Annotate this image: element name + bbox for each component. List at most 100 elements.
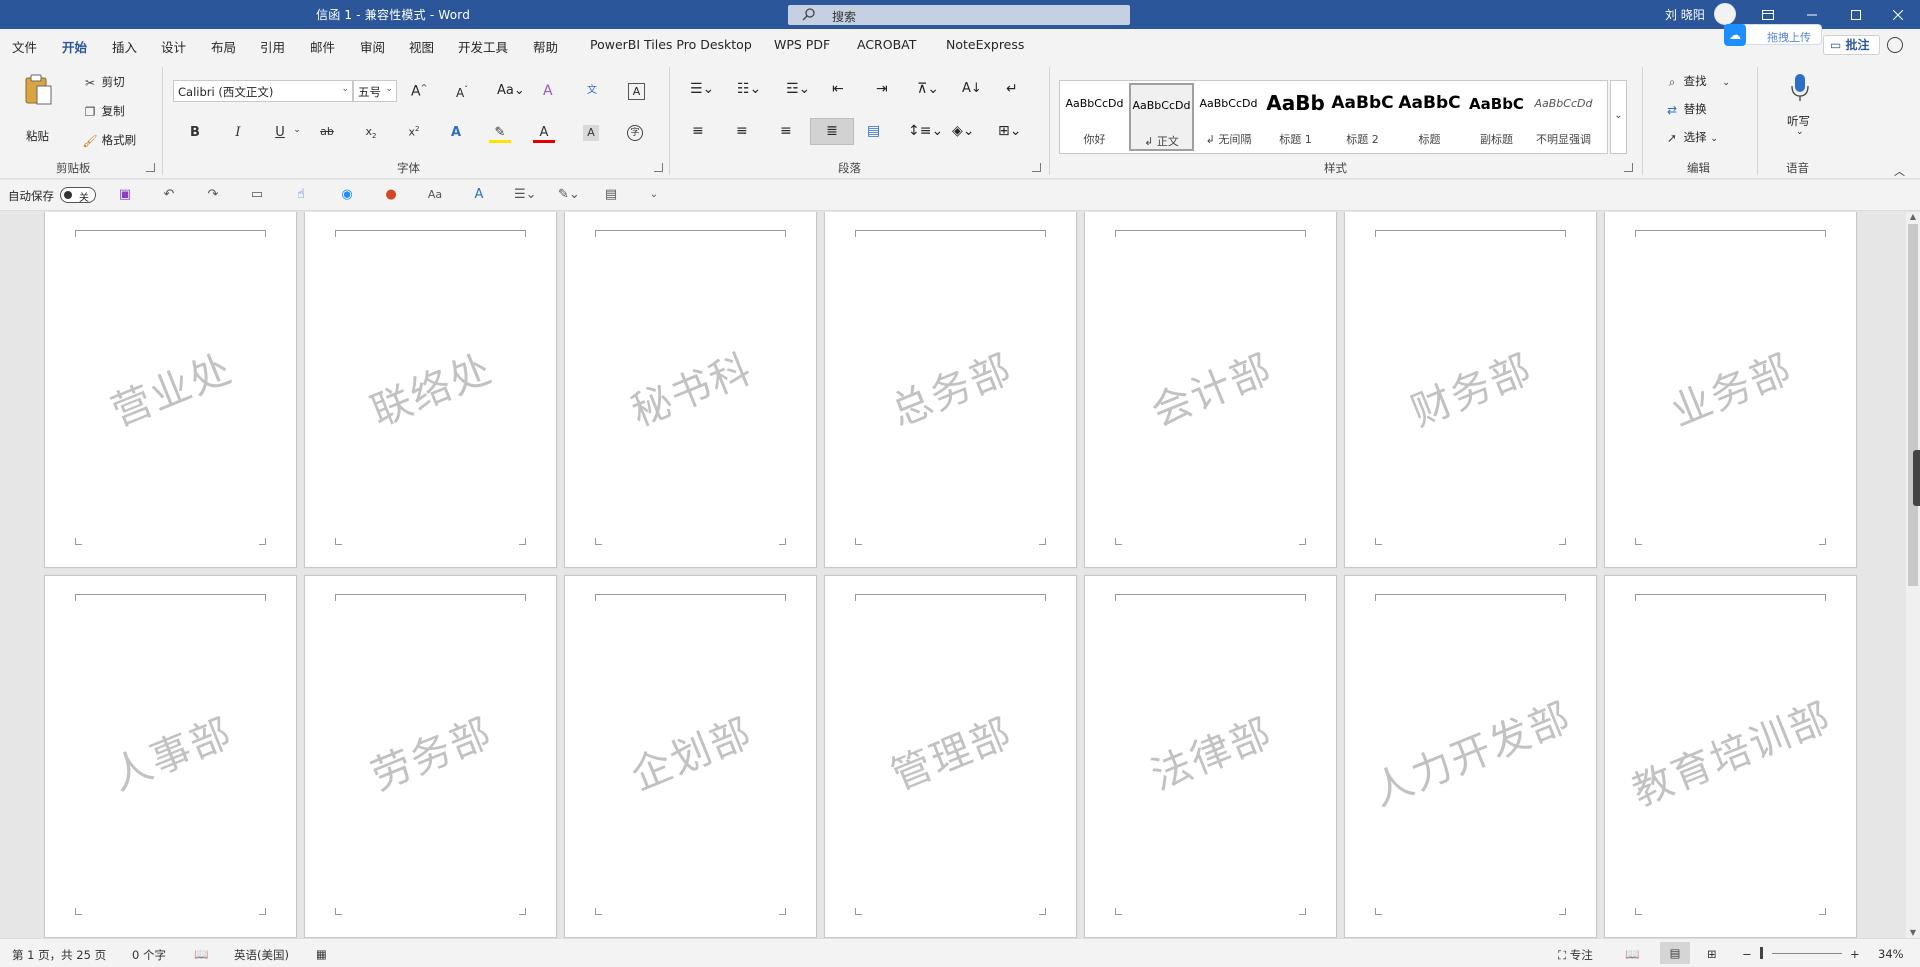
enclose-characters-icon[interactable]: 字 <box>627 125 643 141</box>
redo-icon[interactable]: ↷ <box>204 186 222 204</box>
zoom-slider[interactable] <box>1772 953 1842 954</box>
scroll-thumb[interactable] <box>1908 224 1918 586</box>
tab-help[interactable]: 帮助 <box>533 37 558 56</box>
chinese-layout-icon[interactable]: ⊼⌄ <box>917 81 939 97</box>
print-layout-icon[interactable]: ▤ <box>1660 942 1690 964</box>
font-name-combo[interactable]: Calibri (西文正文) ⌄ <box>173 80 353 102</box>
text-effects-icon[interactable]: A <box>445 125 467 140</box>
change-case-icon[interactable]: Aa⌄ <box>497 83 525 98</box>
clipboard-launcher-icon[interactable] <box>146 163 155 172</box>
phonetic-guide-icon[interactable]: 文 <box>587 81 597 96</box>
superscript-icon[interactable]: x2 <box>403 125 425 139</box>
character-shading-icon[interactable]: A <box>583 125 599 141</box>
style-item[interactable]: AaBbC 副标题 <box>1464 83 1529 151</box>
screenshot-icon[interactable]: ▭ <box>248 186 266 204</box>
find-button[interactable]: ⌕ 查找 ⌄ <box>1664 73 1730 90</box>
tab-powerbi[interactable]: PowerBI Tiles Pro Desktop <box>590 37 752 52</box>
text-style-icon[interactable]: A <box>470 186 488 204</box>
customize-qat-icon[interactable]: ⌄ <box>645 186 663 204</box>
strikethrough-icon[interactable]: ab <box>316 125 338 138</box>
circle-shape-icon[interactable]: ◉ <box>338 186 356 204</box>
maximize-icon[interactable] <box>1834 0 1878 29</box>
style-item[interactable]: AaBb 标题 1 <box>1263 83 1328 151</box>
document-icon[interactable]: ▤ <box>602 186 620 204</box>
style-item[interactable]: AaBbCcDd 不明显强调 <box>1531 83 1596 151</box>
underline-dropdown-icon[interactable]: ⌄ <box>286 125 308 135</box>
font-color-icon[interactable]: A <box>533 125 555 143</box>
page[interactable]: 人力开发部 <box>1344 575 1597 938</box>
web-layout-icon[interactable]: ⊞ <box>1707 947 1717 961</box>
search-box[interactable]: 搜索 <box>788 5 1130 25</box>
select-button[interactable]: ➚ 选择 ⌄ <box>1664 129 1718 146</box>
align-right-icon[interactable]: ≡ <box>780 123 792 139</box>
upload-widget[interactable]: ☁ 拖拽上传 <box>1724 24 1822 46</box>
avatar[interactable] <box>1714 3 1736 25</box>
grow-font-icon[interactable]: A^ <box>411 83 427 100</box>
close-icon[interactable] <box>1876 0 1920 29</box>
page[interactable]: 管理部 <box>824 575 1077 938</box>
cut-button[interactable]: ✂ 剪切 <box>82 74 125 91</box>
justify-icon[interactable]: ≣ <box>810 118 854 145</box>
shading-icon[interactable]: ◈⌄ <box>952 123 975 139</box>
page[interactable]: 秘书科 <box>564 212 817 568</box>
paste-button[interactable]: 粘贴 <box>16 73 62 143</box>
powerpoint-icon[interactable]: ● <box>382 186 400 204</box>
tab-developer[interactable]: 开发工具 <box>458 37 508 56</box>
language[interactable]: 英语(美国) <box>234 947 289 963</box>
italic-icon[interactable]: I <box>227 125 249 140</box>
tab-layout[interactable]: 布局 <box>211 37 236 56</box>
show-marks-icon[interactable]: ↵ <box>1006 81 1018 97</box>
pen-icon[interactable]: ✎⌄ <box>558 186 580 204</box>
page[interactable]: 总务部 <box>824 212 1077 568</box>
scroll-up-icon[interactable]: ▲ <box>1908 212 1918 222</box>
page[interactable]: 营业处 <box>44 212 297 568</box>
tab-noteexpress[interactable]: NoteExpress <box>946 37 1024 52</box>
save-icon[interactable]: ▣ <box>116 186 134 204</box>
styles-more-icon[interactable]: ⌄ <box>1610 80 1627 154</box>
shrink-font-icon[interactable]: Aˇ <box>456 85 468 100</box>
proofing-icon[interactable]: 📖 <box>194 947 208 961</box>
bullets-icon[interactable]: ☰⌄ <box>690 81 714 97</box>
bold-icon[interactable]: B <box>184 125 206 140</box>
tab-home[interactable]: 开始 <box>62 37 88 62</box>
align-left-icon[interactable]: ≡ <box>692 123 704 139</box>
collapse-ribbon-icon[interactable]: ︿ <box>1894 163 1905 179</box>
tab-design[interactable]: 设计 <box>161 37 186 56</box>
subscript-icon[interactable]: x2 <box>360 125 382 140</box>
font-case-icon[interactable]: Aa <box>426 186 444 204</box>
user-name[interactable]: 刘 晓阳 <box>1665 6 1705 23</box>
autosave-toggle[interactable]: 关 <box>60 187 96 204</box>
styles-launcher-icon[interactable] <box>1624 163 1633 172</box>
tab-review[interactable]: 审阅 <box>360 37 385 56</box>
vertical-scrollbar[interactable]: ▲ ▼ <box>1906 212 1920 938</box>
dictate-button[interactable]: 听写 ⌄ <box>1782 73 1818 139</box>
decrease-indent-icon[interactable]: ⇤ <box>832 81 844 97</box>
character-border-icon[interactable]: A <box>628 83 645 100</box>
font-launcher-icon[interactable] <box>654 163 663 172</box>
tab-acrobat[interactable]: ACROBAT <box>857 37 916 52</box>
tab-wps-pdf[interactable]: WPS PDF <box>774 37 830 52</box>
list-icon[interactable]: ☰⌄ <box>514 186 537 204</box>
style-item-selected[interactable]: AaBbCcDd ↲ 正文 <box>1129 83 1194 151</box>
page[interactable]: 业务部 <box>1604 212 1857 568</box>
tab-references[interactable]: 引用 <box>260 37 285 56</box>
zoom-level[interactable]: 34% <box>1878 947 1904 961</box>
page[interactable]: 财务部 <box>1344 212 1597 568</box>
page[interactable]: 劳务部 <box>304 575 557 938</box>
copy-button[interactable]: ❐ 复制 <box>82 103 125 120</box>
page[interactable]: 联络处 <box>304 212 557 568</box>
tab-insert[interactable]: 插入 <box>112 37 137 56</box>
distributed-icon[interactable]: ▤ <box>867 123 880 139</box>
borders-icon[interactable]: ⊞⌄ <box>998 123 1021 139</box>
align-center-icon[interactable]: ≡ <box>736 123 748 139</box>
zoom-slider-knob[interactable] <box>1760 947 1763 959</box>
format-painter-button[interactable]: 🖌 格式刷 <box>82 132 136 149</box>
style-item[interactable]: AaBbCcDd 你好 <box>1062 83 1127 151</box>
document-canvas[interactable]: 营业处 联络处 秘书科 总务部 会计部 财务部 业务部 人事部 劳务部 企划部 … <box>0 212 1906 938</box>
zoom-in-icon[interactable]: + <box>1850 947 1860 961</box>
tab-mailings[interactable]: 邮件 <box>310 37 335 56</box>
accessibility-icon[interactable]: ▦ <box>316 947 327 961</box>
zoom-out-icon[interactable]: − <box>1742 947 1752 961</box>
numbering-icon[interactable]: ☷⌄ <box>737 81 761 97</box>
line-spacing-icon[interactable]: ↕≡⌄ <box>908 123 943 139</box>
